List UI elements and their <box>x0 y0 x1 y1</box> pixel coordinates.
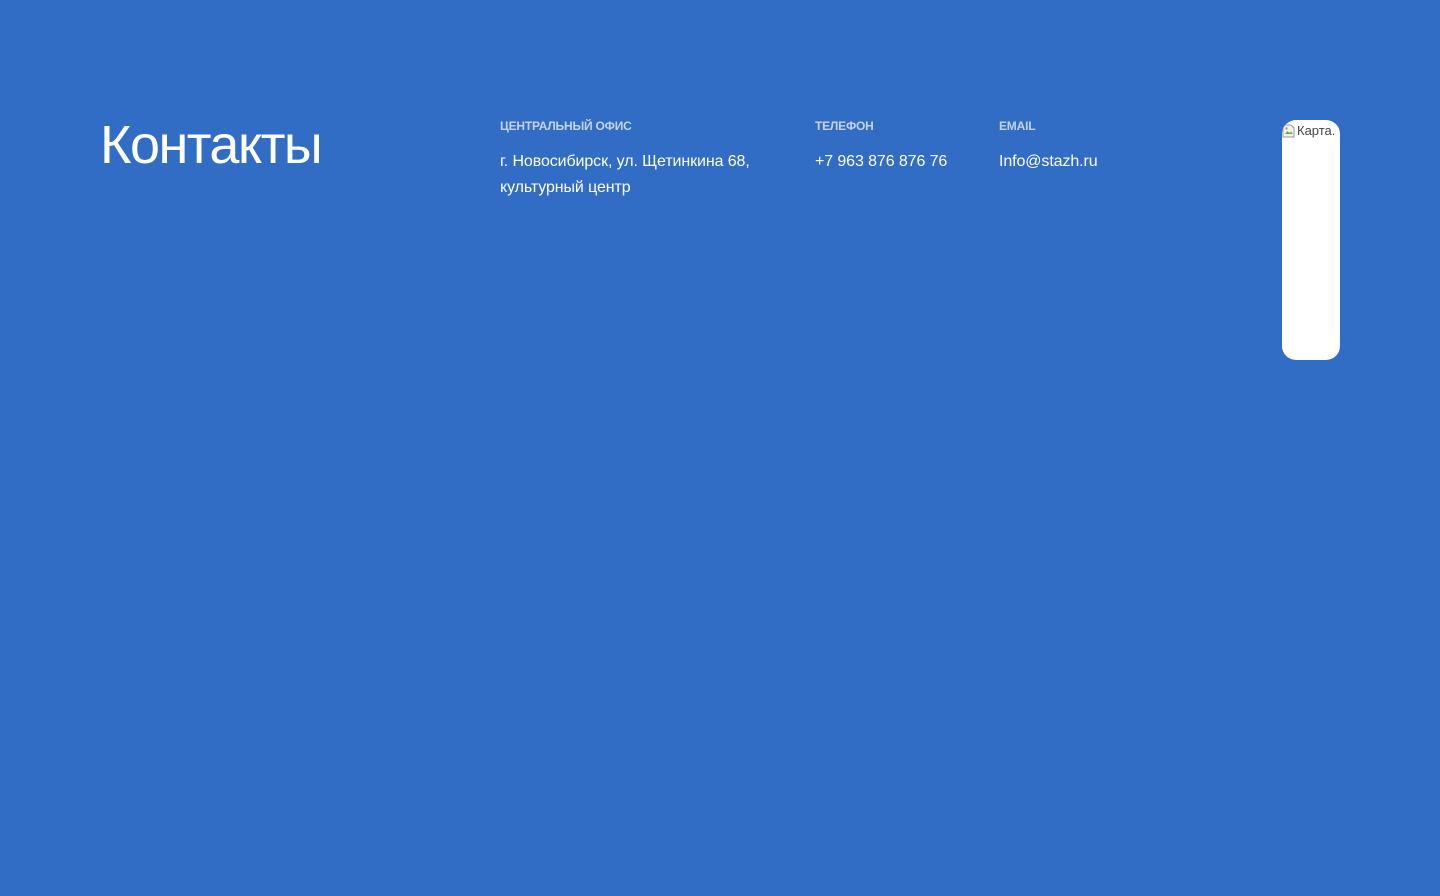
email-block: Email Info@stazh.ru <box>999 118 1199 175</box>
phone-label: Телефон <box>815 119 874 133</box>
page-title: Контакты <box>100 115 323 175</box>
phone-link[interactable]: +7 963 876 876 76 <box>815 149 947 175</box>
office-address: г. Новосибирск, ул. Щетинкина 68, культу… <box>500 153 750 196</box>
broken-image-icon <box>1282 123 1296 139</box>
map-image: Карта. <box>1282 120 1340 360</box>
phone-block: Телефон +7 963 876 876 76 <box>815 118 985 175</box>
office-block: Центральный офис г. Новосибирск, ул. Щет… <box>500 118 790 201</box>
map-placeholder: Карта. <box>1282 122 1335 140</box>
email-label: Email <box>999 119 1036 133</box>
email-link[interactable]: Info@stazh.ru <box>999 149 1098 175</box>
map-alt-text: Карта. <box>1297 123 1336 138</box>
office-label: Центральный офис <box>500 119 632 133</box>
